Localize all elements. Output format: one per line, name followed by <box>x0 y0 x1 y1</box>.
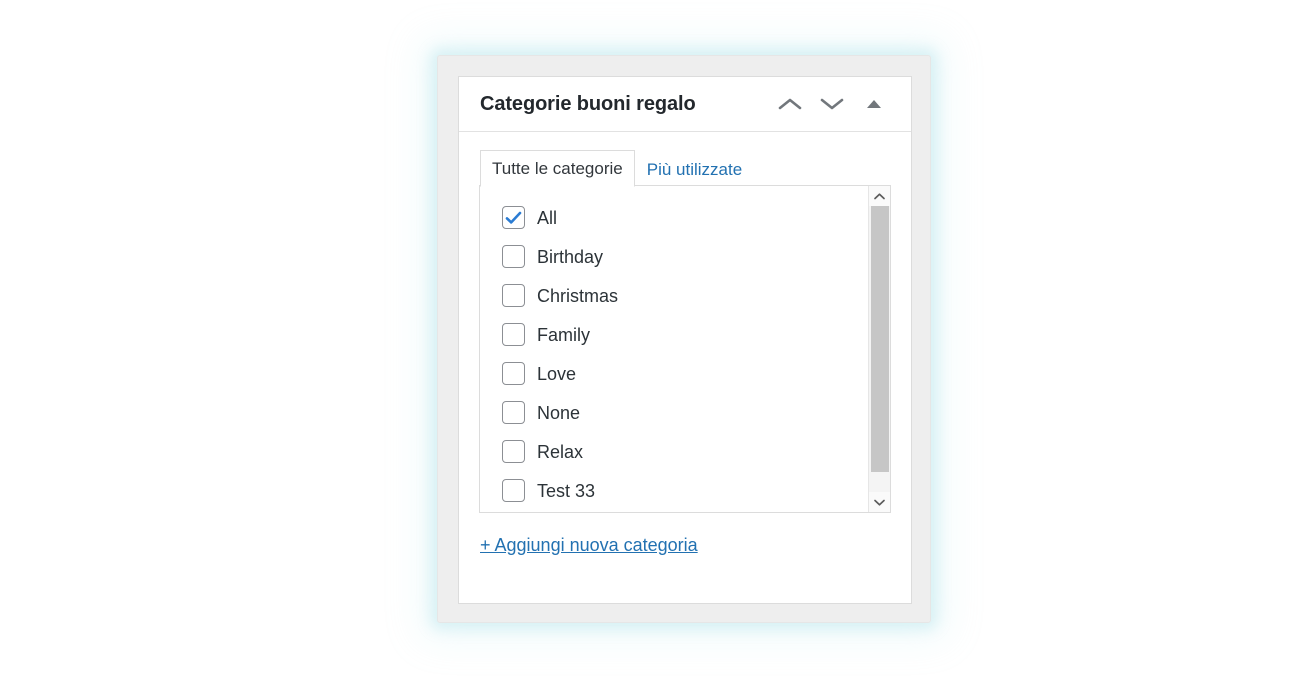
checkbox-relax[interactable] <box>502 440 525 463</box>
list-item-label: None <box>537 402 581 423</box>
list-item-label: Love <box>537 363 577 384</box>
scrollbar-thumb[interactable] <box>871 206 889 472</box>
check-icon <box>505 211 522 224</box>
list-item-label: Christmas <box>537 285 619 306</box>
gift-card-categories-metabox: Categorie buoni regalo Tutte le categori… <box>458 76 912 604</box>
screen-root: Categorie buoni regalo Tutte le categori… <box>0 0 1300 700</box>
list-item-label: Family <box>537 324 590 345</box>
list-item-label: All <box>537 207 558 228</box>
checkbox-christmas[interactable] <box>502 284 525 307</box>
tab-all-categories[interactable]: Tutte le categorie <box>480 150 635 187</box>
toggle-panel-icon <box>867 100 881 108</box>
list-item[interactable]: Love <box>502 354 868 393</box>
list-item-label: Relax <box>537 441 584 462</box>
move-up-button[interactable] <box>769 86 811 122</box>
category-tabs: Tutte le categorie Più utilizzate <box>480 150 891 187</box>
scroll-down-button[interactable] <box>868 492 890 512</box>
add-new-category-link[interactable]: + Aggiungi nuova categoria <box>480 535 698 556</box>
checkbox-all[interactable] <box>502 206 525 229</box>
list-item[interactable]: Christmas <box>502 276 868 315</box>
scroll-down-icon <box>874 499 885 506</box>
move-down-button[interactable] <box>811 86 853 122</box>
checkbox-family[interactable] <box>502 323 525 346</box>
metabox-header: Categorie buoni regalo <box>459 77 911 132</box>
checkbox-none[interactable] <box>502 401 525 424</box>
tab-most-used[interactable]: Più utilizzate <box>635 151 754 187</box>
list-item[interactable]: All <box>502 198 868 237</box>
scroll-up-icon <box>874 192 885 199</box>
list-item[interactable]: Birthday <box>502 237 868 276</box>
gift-card-categories-panel-outer: Categorie buoni regalo Tutte le categori… <box>437 55 931 623</box>
list-item-label: Birthday <box>537 246 604 267</box>
list-item[interactable]: Family <box>502 315 868 354</box>
list-item[interactable]: Relax <box>502 432 868 471</box>
toggle-panel-button[interactable] <box>853 86 895 122</box>
list-item[interactable]: Test 33 <box>502 471 868 510</box>
list-item-label: Test 33 <box>537 480 596 501</box>
checkbox-birthday[interactable] <box>502 245 525 268</box>
page-title: Categorie buoni regalo <box>480 92 696 115</box>
category-checklist-container: All Birthday Christmas Family Love None … <box>479 185 891 513</box>
checkbox-love[interactable] <box>502 362 525 385</box>
category-checklist: All Birthday Christmas Family Love None … <box>480 186 868 512</box>
list-item[interactable]: None <box>502 393 868 432</box>
checkbox-test-33[interactable] <box>502 479 525 502</box>
metabox-body: Tutte le categorie Più utilizzate All Bi… <box>459 132 911 556</box>
add-category-row: + Aggiungi nuova categoria <box>479 513 891 556</box>
checklist-scrollbar[interactable] <box>868 186 890 512</box>
move-up-icon <box>778 98 802 110</box>
move-down-icon <box>820 98 844 110</box>
metabox-header-controls <box>769 86 895 122</box>
scroll-up-button[interactable] <box>868 186 890 206</box>
